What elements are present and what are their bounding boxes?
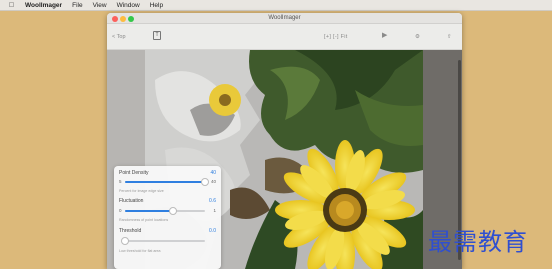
- fluctuation-max: 1: [213, 208, 216, 213]
- fit-button[interactable]: Fit: [341, 34, 348, 40]
- threshold-slider[interactable]: [121, 237, 205, 245]
- window-title: WoolImager: [268, 15, 301, 21]
- menu-bar:  WoolImager File View Window Help: [0, 0, 552, 11]
- fluctuation-slider-fill: [125, 210, 173, 212]
- fluctuation-value: 0.6: [209, 198, 216, 204]
- fluctuation-slider-thumb[interactable]: [169, 207, 177, 215]
- top-button[interactable]: < Top: [112, 33, 126, 41]
- image-canvas[interactable]: Point Density 40 5 40 Percent for image …: [107, 50, 462, 269]
- fluctuation-label: Fluctuation: [119, 198, 144, 204]
- point-density-value: 40: [210, 170, 216, 176]
- zoom-in-button[interactable]: [+]: [324, 34, 331, 40]
- threshold-label: Threshold: [119, 228, 142, 234]
- apple-icon[interactable]: : [8, 2, 15, 9]
- fluctuation-hint: Randomness of point locations: [119, 218, 169, 222]
- point-density-slider-fill: [125, 181, 205, 183]
- menu-view[interactable]: View: [93, 2, 107, 9]
- play-icon[interactable]: ▶: [382, 32, 387, 40]
- point-density-slider[interactable]: [125, 178, 209, 186]
- zoom-controls: [+] [-] Fit: [324, 33, 348, 41]
- gear-icon[interactable]: ⚙: [415, 33, 420, 41]
- fluctuation-slider[interactable]: [125, 207, 205, 215]
- app-window: WoolImager < Top T [+] [-] Fit ▶ ⚙ ⇧ Poi…: [107, 13, 462, 269]
- menu-window[interactable]: Window: [117, 2, 140, 9]
- point-density-max: 40: [210, 179, 216, 184]
- filter-settings-panel: Point Density 40 5 40 Percent for image …: [114, 166, 221, 269]
- toolbar: < Top T [+] [-] Fit ▶ ⚙ ⇧: [107, 24, 462, 50]
- threshold-slider-thumb[interactable]: [121, 237, 129, 245]
- title-bar: WoolImager: [107, 13, 462, 24]
- zoom-out-button[interactable]: [-]: [333, 34, 339, 40]
- menu-app-name[interactable]: WoolImager: [25, 2, 62, 9]
- watermark-text: 最需教育: [428, 228, 528, 256]
- threshold-value: 0.0: [209, 228, 216, 234]
- threshold-hint: Low threshold for flat area: [119, 249, 161, 253]
- menu-file[interactable]: File: [72, 2, 82, 9]
- point-density-hint: Percent for image edge size: [119, 189, 164, 193]
- menu-help[interactable]: Help: [150, 2, 163, 9]
- point-density-label: Point Density: [119, 170, 149, 176]
- point-density-min: 5: [119, 179, 122, 184]
- share-icon[interactable]: ⇧: [447, 33, 452, 41]
- document-icon[interactable]: T: [153, 31, 161, 40]
- point-density-slider-thumb[interactable]: [201, 178, 209, 186]
- fluctuation-min: 0: [119, 208, 122, 213]
